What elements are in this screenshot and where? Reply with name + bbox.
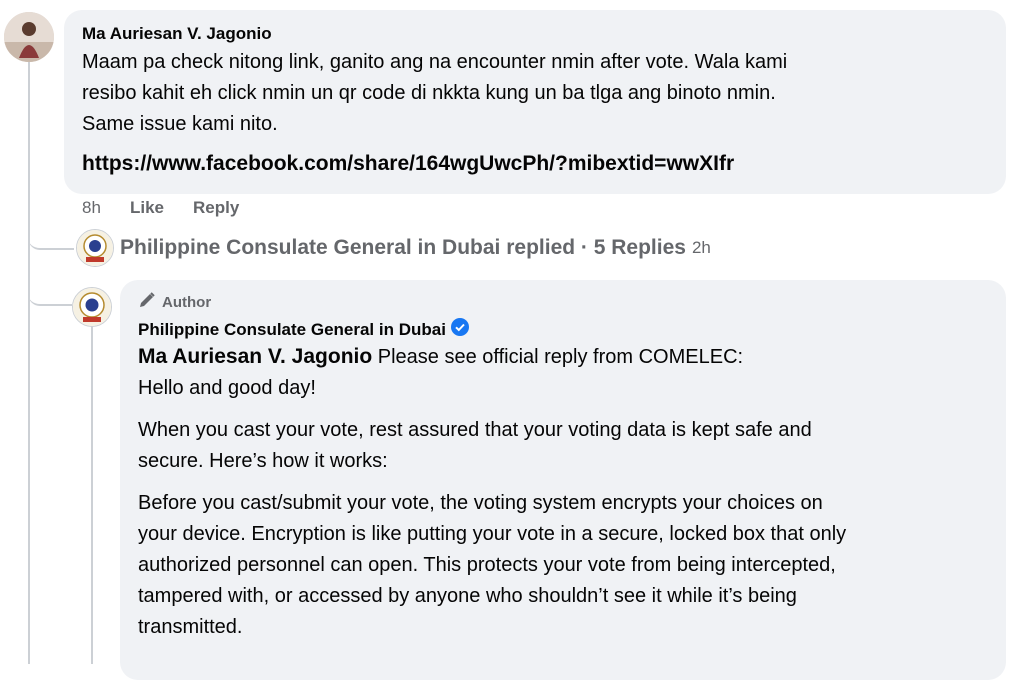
thread-connector-reply <box>28 282 72 306</box>
reply-line: secure. Here’s how it works: <box>138 450 388 472</box>
reply-line: authorized personnel can open. This prot… <box>138 554 836 576</box>
reply-button[interactable]: Reply <box>193 198 239 218</box>
author-badge: Author <box>138 291 211 313</box>
pencil-icon <box>138 291 156 313</box>
reply-line: Before you cast/submit your vote, the vo… <box>138 492 823 514</box>
mention-link[interactable]: Ma Auriesan V. Jagonio <box>138 345 372 368</box>
thread-line-main <box>28 62 30 664</box>
verified-badge-icon <box>450 318 469 341</box>
reply-body: Ma Auriesan V. Jagonio Please see offici… <box>138 341 998 643</box>
reply-line: transmitted. <box>138 616 243 638</box>
reply-bubble: Author Philippine Consulate General in D… <box>120 280 1006 680</box>
reply-greeting: Hello and good day! <box>138 377 316 399</box>
reply-paragraph-1: When you cast your vote, rest assured th… <box>138 415 998 477</box>
comment-author-name[interactable]: Ma Auriesan V. Jagonio <box>82 24 272 44</box>
comment-line: resibo kahit eh click nmin un qr code di… <box>82 82 776 104</box>
thread-line-reply <box>91 326 93 664</box>
reply-intro-text: Please see official reply from COMELEC: <box>372 346 744 368</box>
replies-summary-text: Philippine Consulate General in Dubai re… <box>120 236 686 259</box>
like-button[interactable]: Like <box>130 198 193 218</box>
reply-paragraph-2: Before you cast/submit your vote, the vo… <box>138 488 998 643</box>
comment-line: Maam pa check nitong link, ganito ang na… <box>82 51 788 73</box>
comment-link[interactable]: https://www.facebook.com/share/164wgUwcP… <box>82 152 734 176</box>
comment-timestamp[interactable]: 8h <box>82 198 130 218</box>
comment-body: Maam pa check nitong link, ganito ang na… <box>82 47 787 140</box>
consulate-avatar[interactable] <box>72 287 112 327</box>
commenter-avatar[interactable] <box>4 12 54 62</box>
thread-connector-replies <box>28 226 74 250</box>
view-replies-link[interactable]: Philippine Consulate General in Dubai re… <box>120 233 711 263</box>
replies-summary-time: 2h <box>691 238 711 257</box>
reply-line: your device. Encryption is like putting … <box>138 523 847 545</box>
comment-bubble: Ma Auriesan V. Jagonio Maam pa check nit… <box>64 10 1006 194</box>
reply-author-name[interactable]: Philippine Consulate General in Dubai <box>138 318 469 341</box>
reply-author-text: Philippine Consulate General in Dubai <box>138 319 446 339</box>
comment-actions: 8h Like Reply <box>82 198 239 218</box>
comment-line: Same issue kami nito. <box>82 113 278 135</box>
reply-intro: Ma Auriesan V. Jagonio Please see offici… <box>138 341 998 373</box>
reply-line: When you cast your vote, rest assured th… <box>138 419 812 441</box>
reply-line: tampered with, or accessed by anyone who… <box>138 585 797 607</box>
author-badge-label: Author <box>162 293 212 311</box>
consulate-avatar-small <box>76 229 114 267</box>
